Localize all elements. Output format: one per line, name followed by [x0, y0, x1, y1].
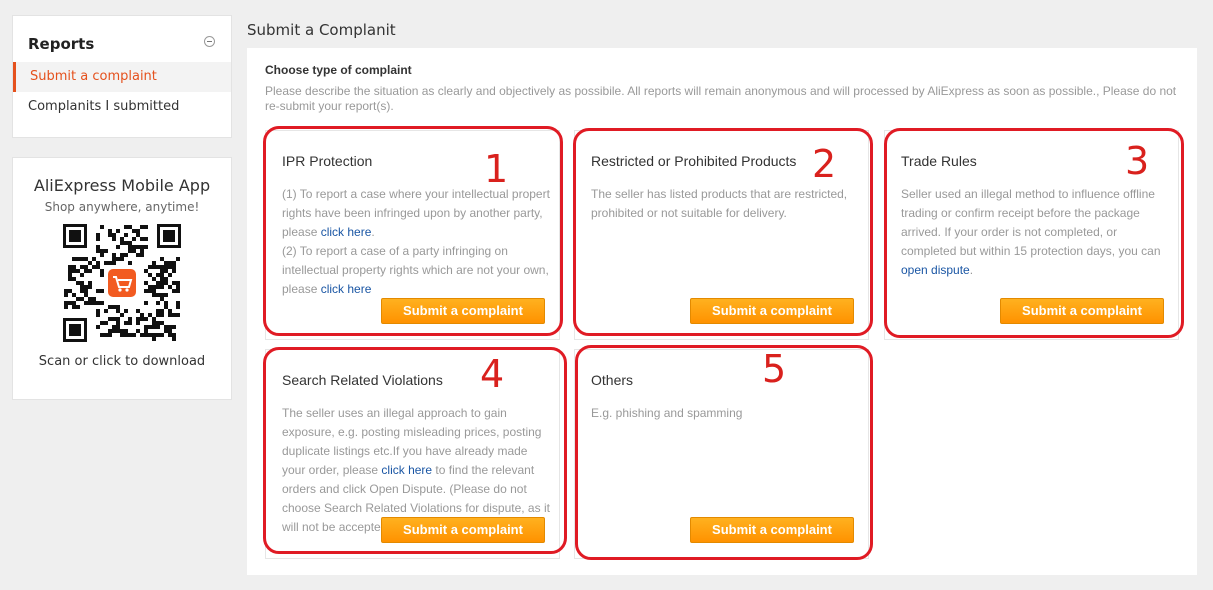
click-here-link[interactable]: click here — [381, 463, 432, 477]
card-text-part: . — [969, 263, 974, 277]
main-panel: Choose type of complaint Please describe… — [247, 48, 1197, 575]
open-dispute-link[interactable]: open dispute — [901, 263, 970, 277]
card-title: Trade Rules — [901, 153, 977, 169]
sidebar-item-complaints-submitted[interactable]: Complanits I submitted — [13, 92, 231, 122]
cart-logo-icon — [108, 269, 136, 297]
submit-complaint-button[interactable]: Submit a complaint — [381, 517, 545, 543]
card-description: Seller used an illegal method to influen… — [901, 185, 1173, 280]
page-title: Submit a Complanit — [247, 21, 396, 39]
sidebar-item-submit-complaint[interactable]: Submit a complaint — [13, 62, 231, 92]
annotation-number: 4 — [480, 352, 505, 396]
click-here-link[interactable]: click here — [321, 225, 372, 239]
annotation-number: 5 — [762, 347, 787, 391]
card-title: Restricted or Prohibited Products — [591, 153, 797, 169]
card-search-violations: Search Related Violations The seller use… — [265, 349, 560, 559]
annotation-number: 3 — [1125, 139, 1150, 183]
card-title: IPR Protection — [282, 153, 373, 169]
reports-panel: Reports Submit a complaint Complanits I … — [12, 15, 232, 138]
card-ipr-protection: IPR Protection (1) To report a case wher… — [265, 130, 560, 340]
app-promo-subtitle: Shop anywhere, anytime! — [44, 200, 200, 214]
qr-code[interactable] — [61, 222, 183, 344]
card-others: Others E.g. phishing and spamming Submit… — [574, 349, 869, 559]
reports-header: Reports — [13, 16, 231, 62]
app-promo-panel[interactable]: AliExpress Mobile App Shop anywhere, any… — [12, 157, 232, 400]
app-promo-title: AliExpress Mobile App — [33, 176, 211, 195]
click-here-link[interactable]: click here — [321, 282, 372, 296]
card-description: E.g. phishing and spamming — [591, 406, 743, 420]
card-text-part: . — [371, 225, 375, 239]
choose-type-heading: Choose type of complaint — [265, 63, 412, 77]
annotation-number: 2 — [812, 142, 837, 186]
card-title: Search Related Violations — [282, 372, 443, 388]
page-description: Please describe the situation as clearly… — [265, 84, 1177, 113]
card-title: Others — [591, 372, 634, 388]
annotation-number: 1 — [484, 147, 509, 191]
submit-complaint-button[interactable]: Submit a complaint — [690, 298, 854, 324]
card-text-part: Seller used an illegal method to influen… — [901, 187, 1161, 258]
submit-complaint-button[interactable]: Submit a complaint — [690, 517, 854, 543]
scan-download-text[interactable]: Scan or click to download — [13, 354, 231, 369]
card-description: The seller has listed products that are … — [591, 187, 848, 220]
submit-complaint-button[interactable]: Submit a complaint — [1000, 298, 1164, 324]
card-description: (1) To report a case where your intellec… — [282, 185, 554, 299]
submit-complaint-button[interactable]: Submit a complaint — [381, 298, 545, 324]
reports-title: Reports — [28, 35, 95, 53]
collapse-icon[interactable] — [204, 36, 215, 47]
